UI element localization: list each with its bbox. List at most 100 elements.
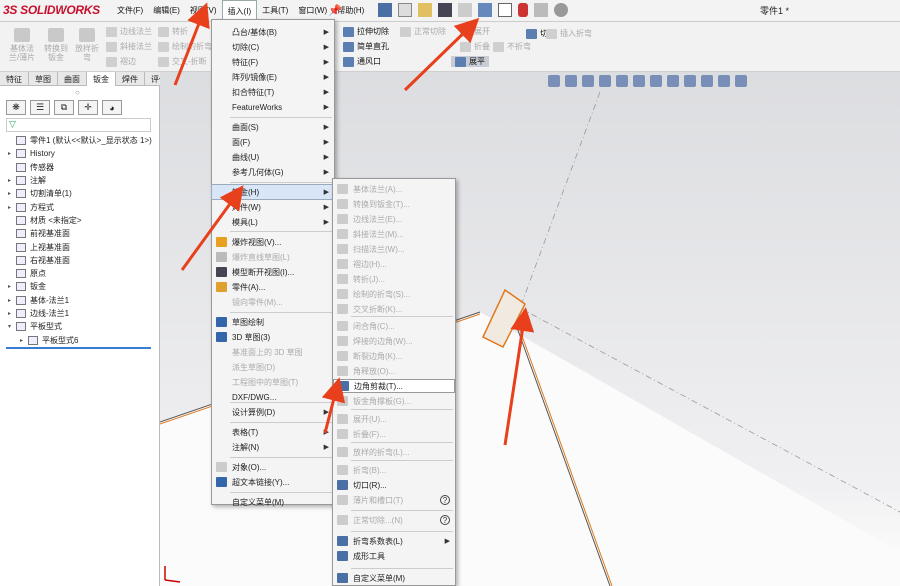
sheetmetal-menu-item[interactable]: 斜接法兰(M)... [333,227,455,241]
insert-menu-item[interactable]: 切除(C) ▶ [212,40,334,54]
ribbon-vent-button[interactable]: 通风口 [343,56,381,67]
print-icon[interactable] [458,3,472,17]
lofted-bend-button[interactable]: 放样折弯 [74,28,100,62]
home-icon[interactable] [378,3,392,17]
tab-1[interactable]: 草图 [29,72,58,86]
ribbon-unfold-button[interactable]: 展开 [460,26,490,37]
tree-item[interactable]: ▸ 基体-法兰1 [8,294,158,307]
rebuild-icon[interactable] [518,3,528,17]
insert-menu-item[interactable]: 注解(N) ▶ [212,440,334,454]
undo-icon[interactable] [478,3,492,17]
base-flange-button[interactable]: 基体法兰/薄片 [8,28,36,62]
menu-4[interactable]: 工具(T) [257,0,293,20]
sheetmetal-menu-item[interactable]: 角释放(O)... [333,364,455,378]
expand-arrow-icon[interactable]: ▸ [8,283,16,290]
sheetmetal-menu-item[interactable]: 扫描法兰(W)... [333,242,455,256]
expand-arrow-icon[interactable]: ▸ [8,150,16,157]
tree-item[interactable]: ▸ 方程式 [8,200,158,213]
file-properties-icon[interactable] [534,3,548,17]
sheetmetal-menu-item[interactable]: 折弯系数表(L) ▶ [333,534,455,548]
insert-menu-item[interactable]: 阵列/镜像(E) ▶ [212,70,334,84]
insert-menu-item[interactable]: 焊件(W) ▶ [212,200,334,214]
sheetmetal-menu-item[interactable]: 转折(J)... [333,272,455,286]
tree-item[interactable]: 上视基准面 [8,240,158,253]
insert-menu-item[interactable]: 爆炸视图(V)... [212,235,334,249]
insert-menu-item[interactable]: 基准面上的 3D 草图 [212,345,334,359]
ribbon-no-bends-button[interactable]: 不折弯 [493,41,531,52]
expand-arrow-icon[interactable]: ▸ [8,310,16,317]
insert-menu-item[interactable]: 工程图中的草图(T) [212,375,334,389]
menu-5[interactable]: 窗口(W) [293,0,332,20]
sheetmetal-menu-item[interactable]: 成形工具 [333,549,455,563]
sheetmetal-menu-item[interactable]: 绘制的折弯(S)... [333,287,455,301]
insert-menu-item[interactable]: 钣金(H) ▶ [211,184,335,200]
tree-item[interactable]: ▾ 平板型式 [8,320,158,333]
ribbon-small-button-3[interactable]: 转折 [158,26,188,37]
insert-menu-item[interactable]: 对象(O)... [212,460,334,474]
menu-0[interactable]: 文件(F) [112,0,148,20]
sheetmetal-menu-item[interactable]: 焊接的边角(W)... [333,334,455,348]
tree-item[interactable]: ▸ 注解 [8,174,158,187]
expand-arrow-icon[interactable]: ▸ [8,190,16,197]
insert-menu-item[interactable]: 超文本链接(Y)... [212,475,334,489]
tab-4[interactable]: 焊件 [116,72,145,86]
sheetmetal-menu-item[interactable]: 钣金角撑板(G)... [333,394,455,408]
expand-arrow-icon[interactable]: ▸ [8,204,16,211]
sheetmetal-menu-item[interactable]: 自定义菜单(M) [333,571,455,585]
sheetmetal-menu-item[interactable]: 折弯(B)... [333,463,455,477]
dimxpert-icon[interactable]: ✛ [78,100,98,115]
ribbon-simple-hole-button[interactable]: 简单直孔 [343,41,389,52]
sheetmetal-menu-item[interactable]: 折叠(F)... [333,427,455,441]
tree-item[interactable]: ▸ 钣金 [8,280,158,293]
help-icon[interactable]: ? [440,495,450,505]
tree-item[interactable]: 材质 <未指定> [8,214,158,227]
tree-item[interactable]: ▸ 平板型式6 [8,333,158,346]
tab-2[interactable]: 曲面 [58,72,87,86]
ribbon-small-button-1[interactable]: 斜接法兰 [106,41,152,52]
ribbon-small-button-2[interactable]: 褶边 [106,56,136,67]
tab-3[interactable]: 钣金 [87,72,116,86]
menu-3[interactable]: 插入(I) [221,0,258,20]
tree-item[interactable]: ▸ History [8,147,158,160]
sheetmetal-menu-item[interactable]: 边角剪裁(T)... [333,379,455,393]
convert-to-sheetmetal-button[interactable]: 转换到钣金 [42,28,70,62]
configuration-manager-icon[interactable]: ⧉ [54,100,74,115]
insert-menu-item[interactable]: 草图绘制 [212,315,334,329]
sheetmetal-menu-item[interactable]: 基体法兰(A)... [333,182,455,196]
feature-tree-icon[interactable]: ❋ [6,100,26,115]
rollback-bar[interactable] [6,347,151,349]
expand-arrow-icon[interactable]: ▾ [8,323,16,330]
insert-menu-item[interactable]: 零件(A)... [212,280,334,294]
ribbon-fold-button[interactable]: 折叠 [460,41,490,52]
tree-item[interactable]: ▸ 边线-法兰1 [8,307,158,320]
insert-menu-item[interactable]: 扣合特征(T) ▶ [212,85,334,99]
insert-menu-item[interactable]: 面(F) ▶ [212,135,334,149]
menu-1[interactable]: 编辑(E) [148,0,185,20]
sheetmetal-menu-item[interactable]: 边线法兰(E)... [333,212,455,226]
tree-item[interactable]: ▸ 切割清单(1) [8,187,158,200]
sheetmetal-menu-item[interactable]: 展开(U)... [333,412,455,426]
ribbon-normal-cut-button[interactable]: 正常切除 [400,26,446,37]
new-file-icon[interactable] [398,3,412,17]
insert-menu-item[interactable]: 曲线(U) ▶ [212,150,334,164]
insert-menu-item[interactable]: 镜向零件(M)... [212,295,334,309]
tree-item[interactable]: 右视基准面 [8,254,158,267]
insert-menu-item[interactable]: 参考几何体(G) ▶ [212,165,334,179]
panel-grip-icon[interactable]: ○ [75,88,80,97]
ribbon-small-button-4[interactable]: 绘制的折弯 [158,41,212,52]
sheetmetal-menu-item[interactable]: 放样的折弯(L)... [333,445,455,459]
insert-menu-item[interactable]: FeatureWorks ▶ [212,100,334,114]
insert-menu-item[interactable]: 凸台/基体(B) ▶ [212,25,334,39]
ribbon-insert-bends-button[interactable]: 插入折弯 [546,28,592,39]
save-icon[interactable] [438,3,452,17]
tree-item[interactable]: 前视基准面 [8,227,158,240]
sheetmetal-menu-item[interactable]: 正常切除...(N)? [333,513,455,527]
sheetmetal-menu-item[interactable]: 薄片和槽口(T)? [333,493,455,507]
select-icon[interactable] [498,3,512,17]
display-manager-icon[interactable]: ◕ [102,100,122,115]
tree-filter-icon[interactable]: ▽ [6,118,151,132]
insert-menu-item[interactable]: 特征(F) ▶ [212,55,334,69]
sheetmetal-menu-item[interactable]: 断裂边角(K)... [333,349,455,363]
expand-arrow-icon[interactable]: ▸ [20,337,28,344]
tab-0[interactable]: 特征 [0,72,29,86]
